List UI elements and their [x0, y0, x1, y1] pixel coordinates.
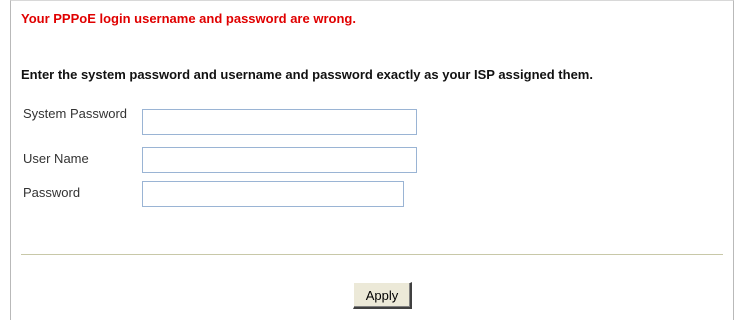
instruction-text: Enter the system password and username a…	[21, 67, 593, 82]
error-message: Your PPPoE login username and password a…	[21, 11, 356, 26]
system-password-input[interactable]	[142, 109, 417, 135]
user-name-input[interactable]	[142, 147, 417, 173]
password-label: Password	[23, 185, 81, 200]
apply-button[interactable]: Apply	[353, 282, 412, 309]
divider	[21, 254, 723, 255]
user-name-label: User Name	[23, 151, 89, 166]
password-input[interactable]	[142, 181, 404, 207]
system-password-label: System Password	[23, 106, 128, 121]
pppoe-login-panel: Your PPPoE login username and password a…	[10, 0, 734, 320]
